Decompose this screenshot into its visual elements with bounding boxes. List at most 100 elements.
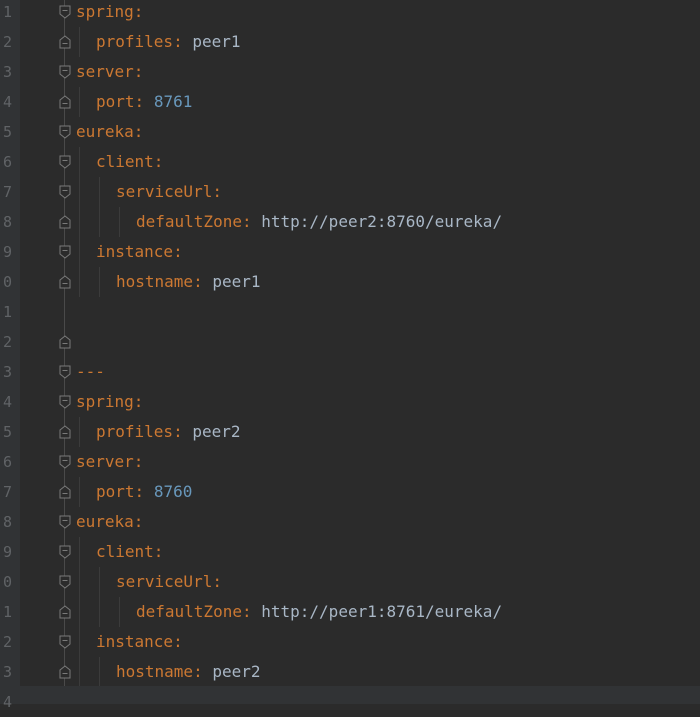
code-line[interactable]: 4 port: 8761 bbox=[0, 87, 700, 117]
fold-open-icon[interactable] bbox=[58, 575, 72, 589]
yaml-key: port bbox=[96, 482, 135, 501]
yaml-key: instance bbox=[96, 632, 174, 651]
indent-guide bbox=[79, 657, 80, 687]
code-text[interactable]: serviceUrl: bbox=[116, 572, 222, 592]
fold-open-icon[interactable] bbox=[58, 155, 72, 169]
code-text[interactable]: spring: bbox=[76, 2, 143, 22]
line-number: 6 bbox=[2, 453, 12, 471]
yaml-key: defaultZone bbox=[136, 602, 242, 621]
horizontal-scroll-area[interactable] bbox=[20, 686, 700, 704]
code-text[interactable]: profiles: peer1 bbox=[96, 32, 241, 52]
code-line[interactable]: 6 server: bbox=[0, 447, 700, 477]
fold-open-icon[interactable] bbox=[58, 635, 72, 649]
indent-guide bbox=[79, 87, 80, 117]
code-line[interactable]: 8 eureka: bbox=[0, 507, 700, 537]
code-text[interactable]: hostname: peer1 bbox=[116, 272, 261, 292]
code-line[interactable]: 0 serviceUrl: bbox=[0, 567, 700, 597]
yaml-key: client bbox=[96, 152, 154, 171]
code-text[interactable]: client: bbox=[96, 542, 163, 562]
code-line[interactable]: 1 defaultZone: http://peer1:8761/eureka/ bbox=[0, 597, 700, 627]
code-line[interactable]: 1 bbox=[0, 297, 700, 327]
code-text[interactable]: --- bbox=[76, 362, 105, 382]
code-text[interactable]: eureka: bbox=[76, 512, 143, 532]
yaml-colon: : bbox=[173, 632, 183, 651]
code-text[interactable]: server: bbox=[76, 452, 143, 472]
code-line[interactable]: 2 bbox=[0, 327, 700, 357]
code-line[interactable]: 5 eureka: bbox=[0, 117, 700, 147]
code-text[interactable]: serviceUrl: bbox=[116, 182, 222, 202]
fold-open-icon[interactable] bbox=[58, 515, 72, 529]
code-line[interactable]: 5 profiles: peer2 bbox=[0, 417, 700, 447]
yaml-colon: : bbox=[134, 482, 145, 501]
yaml-key: server bbox=[76, 452, 134, 471]
code-line[interactable]: 7 port: 8760 bbox=[0, 477, 700, 507]
code-line[interactable]: 2 instance: bbox=[0, 627, 700, 657]
yaml-key: port bbox=[96, 92, 135, 111]
code-text[interactable]: port: 8760 bbox=[96, 482, 192, 502]
code-line[interactable]: 1 spring: bbox=[0, 0, 700, 27]
fold-end-icon[interactable] bbox=[58, 665, 72, 679]
fold-end-icon[interactable] bbox=[58, 425, 72, 439]
code-line[interactable]: 6 client: bbox=[0, 147, 700, 177]
line-number: 5 bbox=[2, 423, 12, 441]
code-text[interactable]: defaultZone: http://peer1:8761/eureka/ bbox=[136, 602, 502, 622]
code-line[interactable]: 9 instance: bbox=[0, 237, 700, 267]
line-number: 9 bbox=[2, 243, 12, 261]
fold-end-icon[interactable] bbox=[58, 95, 72, 109]
code-text[interactable]: hostname: peer2 bbox=[116, 662, 261, 682]
indent-guide bbox=[79, 147, 80, 177]
fold-open-icon[interactable] bbox=[58, 395, 72, 409]
indent-guide bbox=[79, 177, 80, 207]
code-line[interactable]: 7 serviceUrl: bbox=[0, 177, 700, 207]
line-number: 0 bbox=[2, 573, 12, 591]
code-line[interactable]: 9 client: bbox=[0, 537, 700, 567]
code-text[interactable]: eureka: bbox=[76, 122, 143, 142]
fold-open-icon[interactable] bbox=[58, 185, 72, 199]
code-line[interactable]: 3 --- bbox=[0, 357, 700, 387]
fold-end-icon[interactable] bbox=[58, 35, 72, 49]
indent-guide bbox=[79, 477, 80, 507]
code-text[interactable]: instance: bbox=[96, 242, 183, 262]
code-line[interactable]: 2 profiles: peer1 bbox=[0, 27, 700, 57]
fold-open-icon[interactable] bbox=[58, 65, 72, 79]
fold-end-icon[interactable] bbox=[58, 605, 72, 619]
code-text[interactable]: spring: bbox=[76, 392, 143, 412]
code-text[interactable]: profiles: peer2 bbox=[96, 422, 241, 442]
code-text[interactable]: instance: bbox=[96, 632, 183, 652]
fold-open-icon[interactable] bbox=[58, 455, 72, 469]
code-text[interactable]: defaultZone: http://peer2:8760/eureka/ bbox=[136, 212, 502, 232]
line-number: 8 bbox=[2, 513, 12, 531]
line-number: 4 bbox=[2, 393, 12, 411]
code-text[interactable]: server: bbox=[76, 62, 143, 82]
line-number: 1 bbox=[2, 603, 12, 621]
yaml-string-value: peer2 bbox=[212, 662, 261, 681]
indent-guide bbox=[79, 627, 80, 657]
fold-open-icon[interactable] bbox=[58, 245, 72, 259]
fold-open-icon[interactable] bbox=[58, 5, 72, 19]
fold-open-icon[interactable] bbox=[58, 545, 72, 559]
code-line[interactable]: 3 server: bbox=[0, 57, 700, 87]
yaml-key: profiles bbox=[96, 32, 174, 51]
fold-open-icon[interactable] bbox=[58, 125, 72, 139]
fold-end-icon[interactable] bbox=[58, 275, 72, 289]
indent-guide bbox=[79, 27, 80, 57]
code-line[interactable]: 0 hostname: peer1 bbox=[0, 267, 700, 297]
fold-end-icon[interactable] bbox=[58, 335, 72, 349]
code-text[interactable]: port: 8761 bbox=[96, 92, 192, 112]
yaml-colon: : bbox=[173, 32, 183, 51]
code-line[interactable]: 3 hostname: peer2 bbox=[0, 657, 700, 687]
line-number: 4 bbox=[2, 93, 12, 111]
yaml-key: hostname bbox=[116, 272, 194, 291]
line-number: 8 bbox=[2, 213, 12, 231]
code-line[interactable]: 8 defaultZone: http://peer2:8760/eureka/ bbox=[0, 207, 700, 237]
code-line[interactable]: 4 spring: bbox=[0, 387, 700, 417]
line-number: 7 bbox=[2, 183, 12, 201]
code-editor[interactable]: 1 spring: 2 profiles: peer1 3 server: 4 port: 8… bbox=[0, 0, 700, 711]
yaml-colon: : bbox=[173, 242, 183, 261]
yaml-colon: : bbox=[173, 422, 183, 441]
code-text[interactable]: client: bbox=[96, 152, 163, 172]
fold-open-icon[interactable] bbox=[58, 365, 72, 379]
fold-end-icon[interactable] bbox=[58, 485, 72, 499]
fold-end-icon[interactable] bbox=[58, 215, 72, 229]
line-number: 3 bbox=[2, 363, 12, 381]
